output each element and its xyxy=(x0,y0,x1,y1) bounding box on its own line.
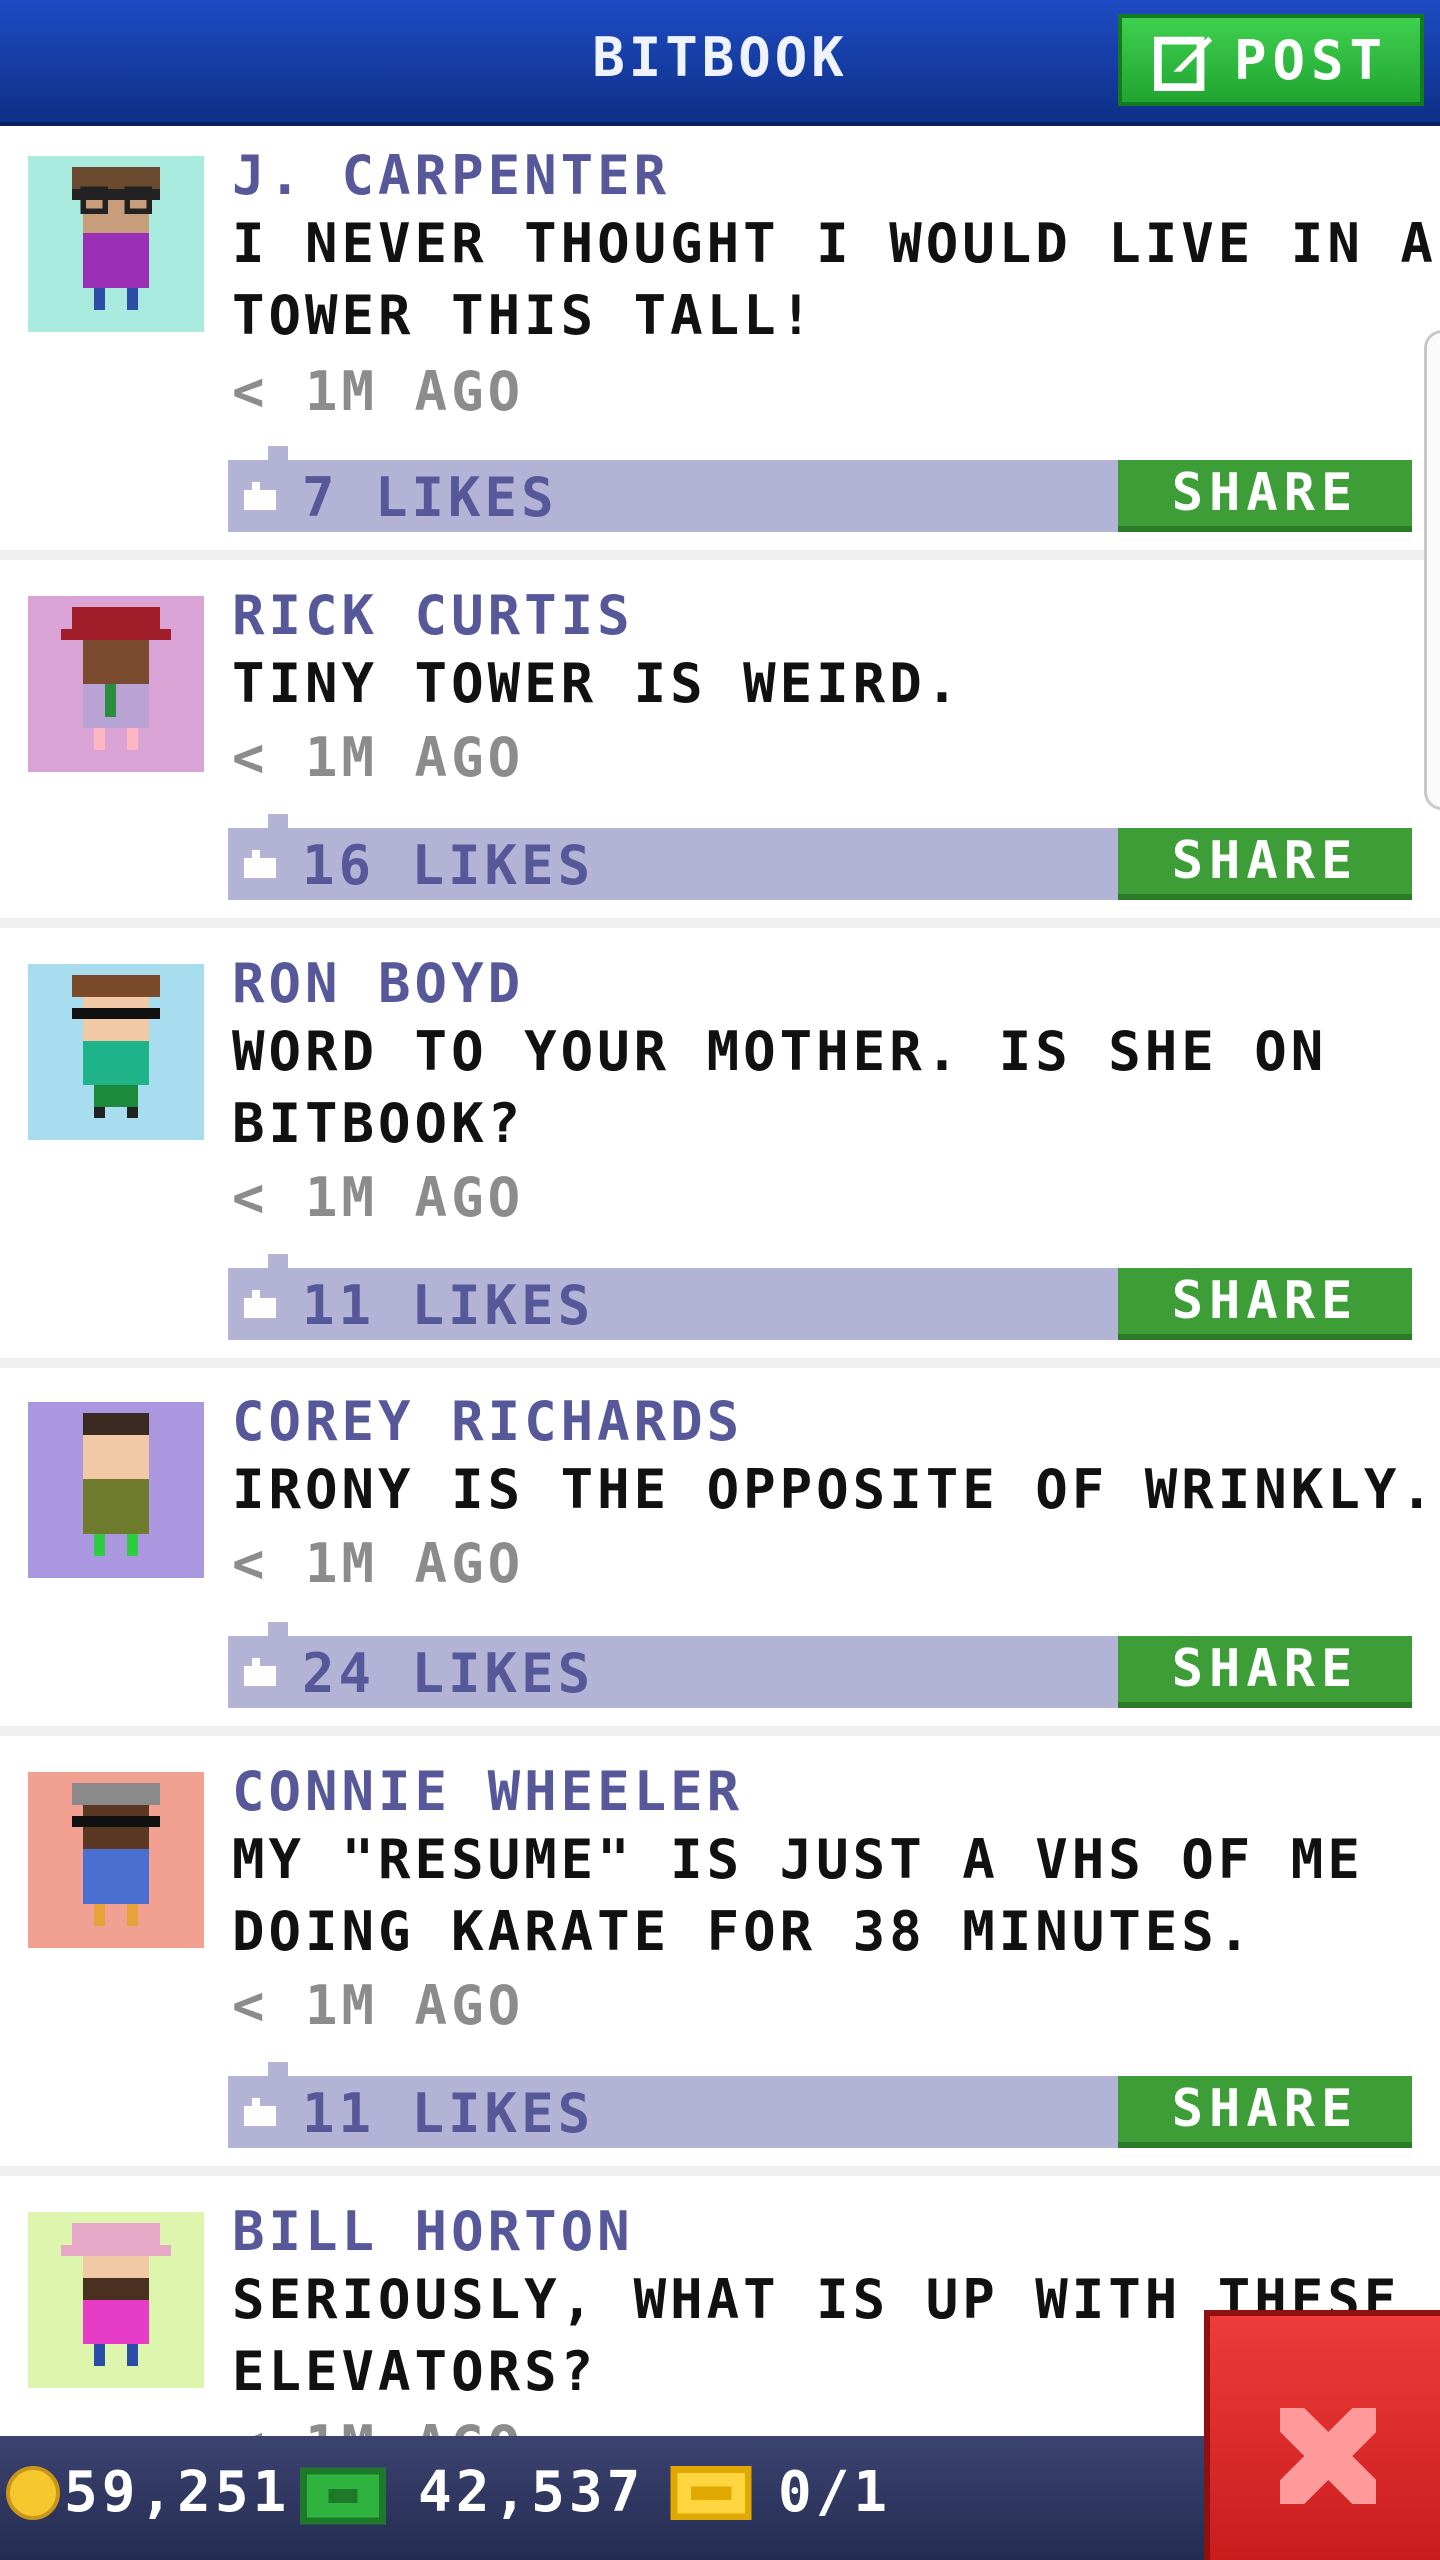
feed[interactable]: J. CARPENTER I NEVER THOUGHT I WOULD LIV… xyxy=(0,126,1440,2436)
likes-count: 16 LIKES xyxy=(302,834,595,897)
header-bar: BITBOOK POST xyxy=(0,0,1440,126)
post-timestamp: < 1M AGO xyxy=(232,1166,525,1229)
like-icon[interactable] xyxy=(244,850,276,878)
post-author[interactable]: BILL HORTON xyxy=(232,2200,634,2263)
close-icon xyxy=(1280,2408,1376,2504)
coin-count: 59,251 xyxy=(64,2460,291,2525)
coin-icon xyxy=(6,2466,60,2520)
avatar[interactable] xyxy=(28,1772,204,1948)
avatar[interactable] xyxy=(28,964,204,1140)
post-message-line: WORD TO YOUR MOTHER. IS SHE ON xyxy=(232,1020,1328,1083)
likes-bar: 11 LIKES SHARE xyxy=(228,1254,1412,1340)
post-author[interactable]: RON BOYD xyxy=(232,952,524,1015)
ticket-count: 0/1 xyxy=(778,2460,892,2525)
post-message-line: MY "RESUME" IS JUST A VHS OF ME xyxy=(232,1828,1364,1891)
likes-bar-tab xyxy=(268,446,288,462)
like-icon[interactable] xyxy=(244,482,276,510)
post-author[interactable]: J. CARPENTER xyxy=(232,144,670,207)
scrollbar[interactable] xyxy=(1424,330,1440,810)
likes-count: 7 LIKES xyxy=(302,466,558,529)
avatar[interactable] xyxy=(28,1402,204,1578)
avatar-sprite xyxy=(61,607,171,750)
avatar-sprite xyxy=(61,2223,171,2366)
post-timestamp: < 1M AGO xyxy=(232,360,525,423)
bux-icon xyxy=(300,2467,386,2525)
post-message-line: ELEVATORS? xyxy=(232,2340,598,2403)
post-timestamp: < 1M AGO xyxy=(232,1974,525,2037)
post-message-line: TOWER THIS TALL! xyxy=(232,284,817,347)
post-button[interactable]: POST xyxy=(1118,14,1424,106)
share-button[interactable]: SHARE xyxy=(1118,1268,1412,1340)
like-icon[interactable] xyxy=(244,1290,276,1318)
likes-bar-tab xyxy=(268,2062,288,2078)
share-button[interactable]: SHARE xyxy=(1118,460,1412,532)
post-timestamp: < 1M AGO xyxy=(232,2414,524,2436)
like-icon[interactable] xyxy=(244,2098,276,2126)
feed-post: J. CARPENTER I NEVER THOUGHT I WOULD LIV… xyxy=(0,126,1440,560)
close-button[interactable] xyxy=(1204,2310,1440,2560)
likes-count: 11 LIKES xyxy=(302,1274,595,1337)
likes-bar-tab xyxy=(268,1254,288,1270)
post-message-line: BITBOOK? xyxy=(232,1092,525,1155)
post-author[interactable]: RICK CURTIS xyxy=(232,584,634,647)
feed-post: RICK CURTIS TINY TOWER IS WEIRD. < 1M AG… xyxy=(0,560,1440,928)
share-button[interactable]: SHARE xyxy=(1118,2076,1412,2148)
post-author[interactable]: CONNIE WHEELER xyxy=(232,1760,743,1823)
likes-bar: 24 LIKES SHARE xyxy=(228,1622,1412,1708)
likes-count: 11 LIKES xyxy=(302,2082,595,2145)
feed-post: COREY RICHARDS IRONY IS THE OPPOSITE OF … xyxy=(0,1368,1440,1736)
likes-bar: 16 LIKES SHARE xyxy=(228,814,1412,900)
avatar[interactable] xyxy=(28,2212,204,2388)
avatar-sprite xyxy=(83,1413,149,1556)
bux-count: 42,537 xyxy=(418,2460,645,2525)
likes-bar-tab xyxy=(268,814,288,830)
likes-bar: 11 LIKES SHARE xyxy=(228,2062,1412,2148)
avatar-sprite xyxy=(72,975,160,1118)
like-icon[interactable] xyxy=(244,1658,276,1686)
share-button[interactable]: SHARE xyxy=(1118,1636,1412,1708)
feed-post: CONNIE WHEELER MY "RESUME" IS JUST A VHS… xyxy=(0,1736,1440,2176)
avatar[interactable] xyxy=(28,596,204,772)
post-author[interactable]: COREY RICHARDS xyxy=(232,1390,743,1453)
likes-bar-tab xyxy=(268,1622,288,1638)
ticket-icon xyxy=(670,2466,752,2520)
post-timestamp: < 1M AGO xyxy=(232,1532,525,1595)
post-timestamp: < 1M AGO xyxy=(232,726,525,789)
post-message-line: I NEVER THOUGHT I WOULD LIVE IN A xyxy=(232,212,1437,275)
likes-count: 24 LIKES xyxy=(302,1642,595,1705)
edit-icon xyxy=(1153,36,1213,91)
feed-post: RON BOYD WORD TO YOUR MOTHER. IS SHE ON … xyxy=(0,928,1440,1368)
post-message-line: DOING KARATE FOR 38 MINUTES. xyxy=(232,1900,1255,1963)
post-button-label: POST xyxy=(1233,28,1389,92)
post-message-line: TINY TOWER IS WEIRD. xyxy=(232,652,963,715)
avatar-sprite xyxy=(72,167,160,310)
share-button[interactable]: SHARE xyxy=(1118,828,1412,900)
avatar-sprite xyxy=(72,1783,160,1926)
post-message-line: IRONY IS THE OPPOSITE OF WRINKLY. xyxy=(232,1458,1437,1521)
likes-bar: 7 LIKES SHARE xyxy=(228,446,1412,532)
avatar[interactable] xyxy=(28,156,204,332)
